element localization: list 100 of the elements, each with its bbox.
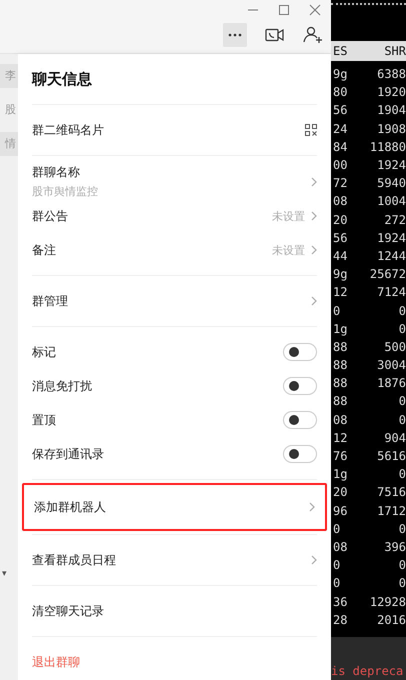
- terminal-cell-text: 5616: [376, 449, 406, 464]
- settings-row[interactable]: 备注 未设置: [32, 233, 317, 267]
- terminal-cell-text: 3004: [376, 358, 406, 372]
- terminal-cell-text: 1004: [376, 194, 406, 208]
- terminal-cell-text: 1244: [376, 248, 406, 263]
- chevron-icon: [309, 502, 315, 512]
- terminal-cell-text: 44: [332, 248, 348, 263]
- terminal-cell-text: 88: [332, 376, 348, 390]
- terminal-cell-text: 0: [332, 522, 342, 536]
- terminal-cell-text: 0: [398, 394, 406, 408]
- terminal-cell-text: 0: [398, 576, 406, 590]
- terminal-cell-text: 56: [332, 103, 348, 118]
- terminal-cell-text: 11880: [368, 140, 406, 154]
- settings-row[interactable]: 群二维码名片: [32, 113, 317, 147]
- terminal-cell-text: 0: [332, 304, 342, 318]
- terminal-cell-text: 272: [383, 212, 406, 227]
- terminal-cell-text: 12928: [368, 594, 406, 609]
- terminal-cell-text: 0: [398, 522, 406, 536]
- terminal-cell-text: 0: [398, 558, 406, 572]
- terminal-cell-text: 96: [332, 504, 348, 518]
- row-label: 群聊名称: [32, 164, 81, 181]
- settings-row[interactable]: 群管理: [32, 284, 317, 318]
- toggle-switch[interactable]: [283, 343, 317, 361]
- settings-row[interactable]: 标记: [32, 335, 317, 369]
- terminal-cell-text: 72: [332, 176, 348, 190]
- settings-row[interactable]: 群公告 未设置: [32, 199, 317, 233]
- terminal-cell-text: 28: [332, 612, 348, 627]
- row-label: 添加群机器人: [34, 498, 107, 516]
- terminal-cell-text: 1924: [376, 158, 406, 172]
- settings-row[interactable]: 清空聊天记录: [32, 594, 317, 628]
- row-value: 未设置: [272, 208, 305, 224]
- terminal-cell-text: 25672: [368, 267, 406, 282]
- warning-text: is depreca: [331, 664, 404, 678]
- row-label: 群公告: [32, 208, 69, 224]
- toggle-switch[interactable]: [283, 377, 317, 395]
- close-icon[interactable]: [309, 4, 321, 16]
- terminal-cell-text: 9g: [332, 67, 348, 82]
- column-header: SHR: [383, 44, 406, 58]
- terminal-cell-text: 0: [398, 304, 406, 318]
- chevron-icon: [311, 296, 317, 306]
- settings-row[interactable]: 添加群机器人: [22, 483, 327, 531]
- terminal-cell-text: 12: [332, 285, 348, 300]
- chevron-icon: [311, 555, 317, 565]
- add-person-icon[interactable]: [303, 26, 323, 44]
- terminal-cell-text: 88: [332, 394, 348, 408]
- row-label: 置顶: [32, 412, 57, 428]
- terminal-cell-text: 6388: [376, 67, 406, 82]
- maximize-icon[interactable]: [278, 4, 290, 16]
- chevron-icon: [311, 245, 317, 255]
- row-label: 群二维码名片: [32, 122, 105, 138]
- terminal-cell-text: 76: [332, 449, 348, 464]
- settings-row[interactable]: 消息免打扰: [32, 369, 317, 403]
- terminal-cell-text: 0: [398, 467, 406, 482]
- terminal-cell-text: 1g: [332, 322, 348, 336]
- dropdown-caret[interactable]: ▾: [2, 569, 7, 579]
- terminal-cell-text: 0: [398, 322, 406, 336]
- panel-title: 聊天信息: [32, 54, 317, 105]
- terminal-cell-text: 56: [332, 230, 348, 245]
- terminal-cell-text: 0: [398, 412, 406, 427]
- chevron-icon: [311, 211, 317, 221]
- column-header: ES: [332, 44, 348, 58]
- terminal-cell-text: 7124: [376, 285, 406, 300]
- terminal-cell-text: 08: [332, 412, 348, 427]
- terminal-cell-text: 36: [332, 594, 348, 609]
- row-label: 群管理: [32, 292, 69, 310]
- terminal-cell-text: 0: [332, 558, 342, 572]
- settings-row[interactable]: 群聊名称 股市舆情监控: [32, 164, 317, 199]
- terminal-cell-text: 20: [332, 212, 348, 227]
- terminal-cell-text: 2016: [376, 612, 406, 627]
- video-call-icon[interactable]: [265, 28, 285, 42]
- settings-row[interactable]: 查看群成员日程: [32, 543, 317, 577]
- row-label: 保存到通讯录: [32, 446, 105, 462]
- row-value: 未设置: [272, 242, 305, 258]
- terminal-cell-text: 00: [332, 158, 348, 172]
- terminal-cell-text: 0: [332, 576, 342, 590]
- chevron-icon: [311, 176, 317, 186]
- settings-row[interactable]: 保存到通讯录: [32, 437, 317, 471]
- row-label: 退出群聊: [32, 654, 81, 670]
- terminal-cell-text: 1876: [376, 376, 406, 390]
- toggle-switch[interactable]: [283, 411, 317, 429]
- terminal-cell-text: 1924: [376, 230, 406, 245]
- terminal-cell-text: 1920: [376, 85, 406, 100]
- terminal-cell-text: 80: [332, 85, 348, 100]
- terminal-cell-text: 1904: [376, 103, 406, 118]
- terminal-cell-text: 12: [332, 430, 348, 445]
- terminal-cell-text: 08: [332, 540, 348, 554]
- terminal-cell-text: 24: [332, 122, 348, 136]
- terminal-cell-text: 20: [332, 485, 348, 500]
- terminal-cell-text: 9g: [332, 267, 348, 282]
- terminal-cell-text: 1712: [376, 504, 406, 518]
- terminal-cell-text: 88: [332, 340, 348, 354]
- row-label: 查看群成员日程: [32, 552, 117, 568]
- terminal-cell-text: 7516: [376, 485, 406, 500]
- settings-row[interactable]: 置顶: [32, 403, 317, 437]
- row-subtitle: 股市舆情监控: [32, 184, 99, 199]
- more-icon[interactable]: [223, 23, 247, 47]
- terminal-cell-text: 1g: [332, 467, 348, 482]
- toggle-switch[interactable]: [283, 445, 317, 463]
- terminal-cell-text: 904: [383, 430, 406, 445]
- qr-code-icon[interactable]: [305, 124, 317, 136]
